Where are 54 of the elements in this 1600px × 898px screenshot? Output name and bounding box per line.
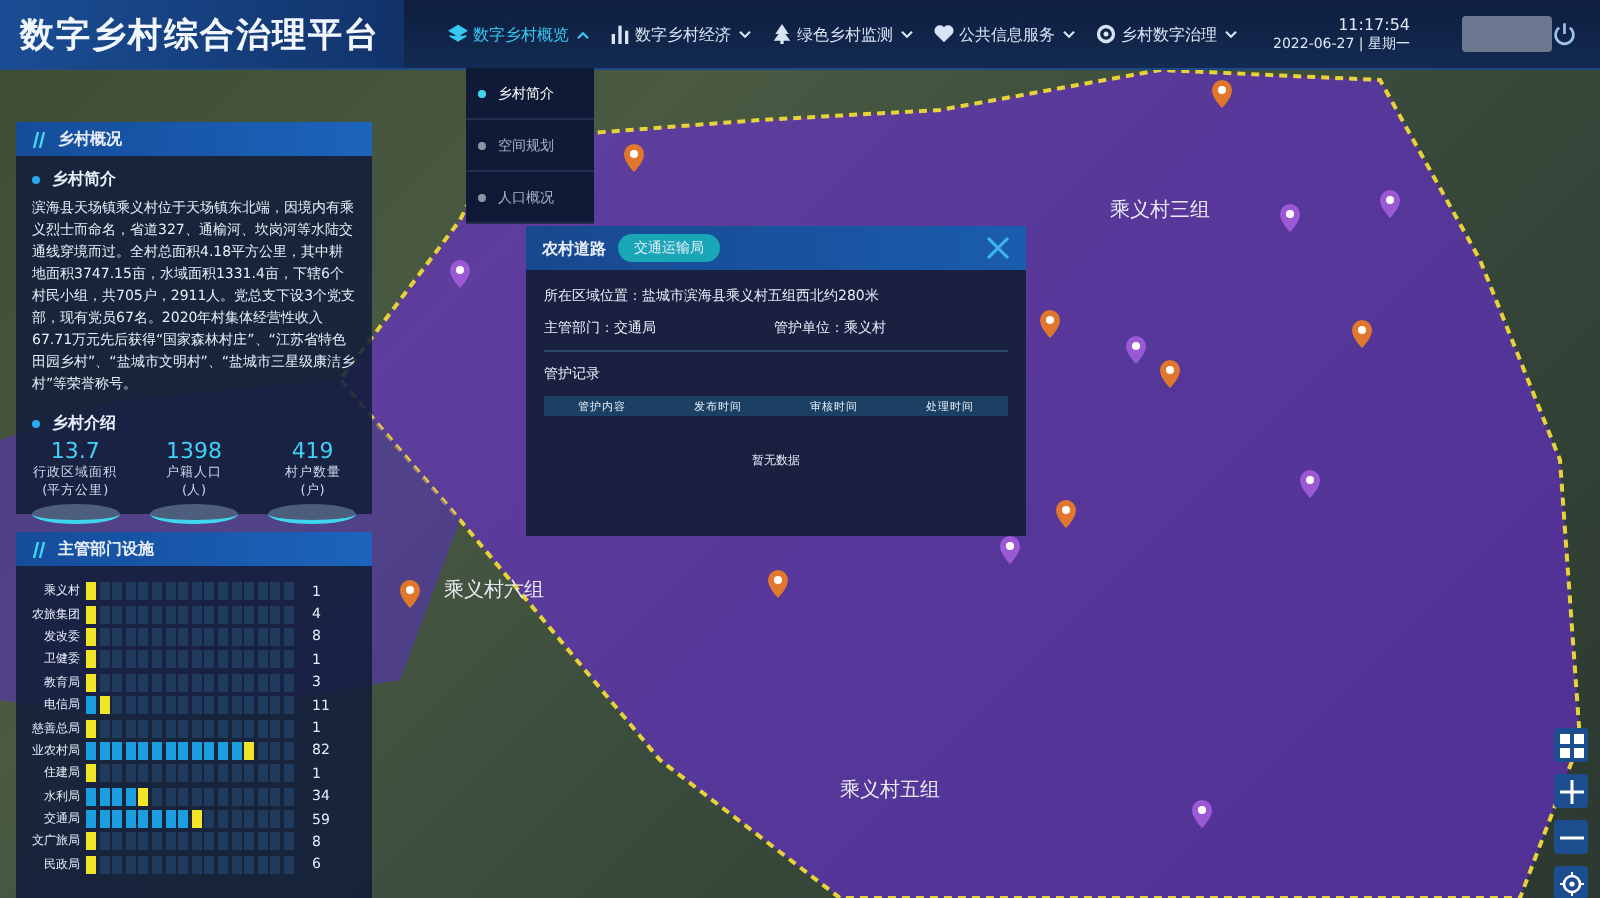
nav-tab[interactable]: 绿色乡村监测	[763, 15, 921, 53]
clock-time: 11:17:54	[1338, 15, 1410, 33]
section-heading: 乡村介绍	[52, 412, 116, 434]
caret-icon	[1061, 29, 1075, 39]
map-pin-icon[interactable]	[1300, 470, 1320, 498]
stat-value: 1398	[165, 438, 222, 464]
pedestal-icon	[31, 504, 120, 524]
section-heading: 乡村简介	[52, 168, 116, 190]
caret-icon	[899, 29, 913, 39]
pedestal-icon	[149, 504, 238, 524]
zoom-in-icon[interactable]	[1554, 774, 1588, 808]
pedestal-icon	[268, 504, 357, 524]
map-pin-icon[interactable]	[1380, 190, 1400, 218]
close-icon[interactable]	[986, 236, 1010, 260]
nav-tab[interactable]: 乡村数字治理	[1087, 15, 1245, 53]
slash-icon	[32, 541, 46, 557]
bar-chart-icon	[609, 24, 629, 44]
map-label: 乘义村六组	[444, 577, 544, 604]
map-pin-icon[interactable]	[1040, 310, 1060, 338]
power-icon[interactable]	[1551, 20, 1576, 48]
nav-tab[interactable]: 数字乡村经济	[601, 15, 759, 53]
nav-tab[interactable]: 公共信息服务	[925, 15, 1083, 53]
map-pin-icon[interactable]	[624, 144, 644, 172]
zoom-out-icon[interactable]	[1554, 820, 1588, 854]
map-pin-icon[interactable]	[1126, 336, 1146, 364]
map-pin-icon[interactable]	[1352, 320, 1372, 348]
map-pin-icon[interactable]	[400, 580, 420, 608]
slash-icon	[32, 131, 46, 147]
stat-value: 13.7	[50, 438, 100, 464]
map-pin-icon[interactable]	[768, 570, 788, 598]
caret-icon	[575, 29, 589, 39]
tree-icon	[771, 24, 791, 44]
gear-icon	[1095, 24, 1115, 44]
caret-icon	[1223, 29, 1237, 39]
stat-value: 419	[291, 438, 334, 464]
map-pin-icon[interactable]	[1000, 536, 1020, 564]
map-label: 乘义村三组	[1110, 197, 1210, 224]
map-pin-icon[interactable]	[1056, 500, 1076, 528]
nav-tab[interactable]: 数字乡村概览	[439, 15, 597, 53]
layers-icon	[447, 24, 467, 44]
map-pin-icon[interactable]	[450, 260, 470, 288]
locate-icon[interactable]	[1554, 866, 1588, 898]
map-label: 乘义村五组	[840, 777, 940, 804]
app-title: 数字乡村综合治理平台	[20, 13, 380, 57]
map-pin-icon[interactable]	[1192, 800, 1212, 828]
map-pin-icon[interactable]	[1212, 80, 1232, 108]
caret-icon	[737, 29, 751, 39]
map-pin-icon[interactable]	[1280, 204, 1300, 232]
panel-title: 乡村概况	[58, 128, 122, 150]
heart-icon	[933, 24, 953, 44]
popup-title: 农村道路	[542, 237, 606, 259]
map-pin-icon[interactable]	[1160, 360, 1180, 388]
panel-title: 主管部门设施	[58, 538, 154, 560]
grid-icon[interactable]	[1554, 728, 1588, 762]
